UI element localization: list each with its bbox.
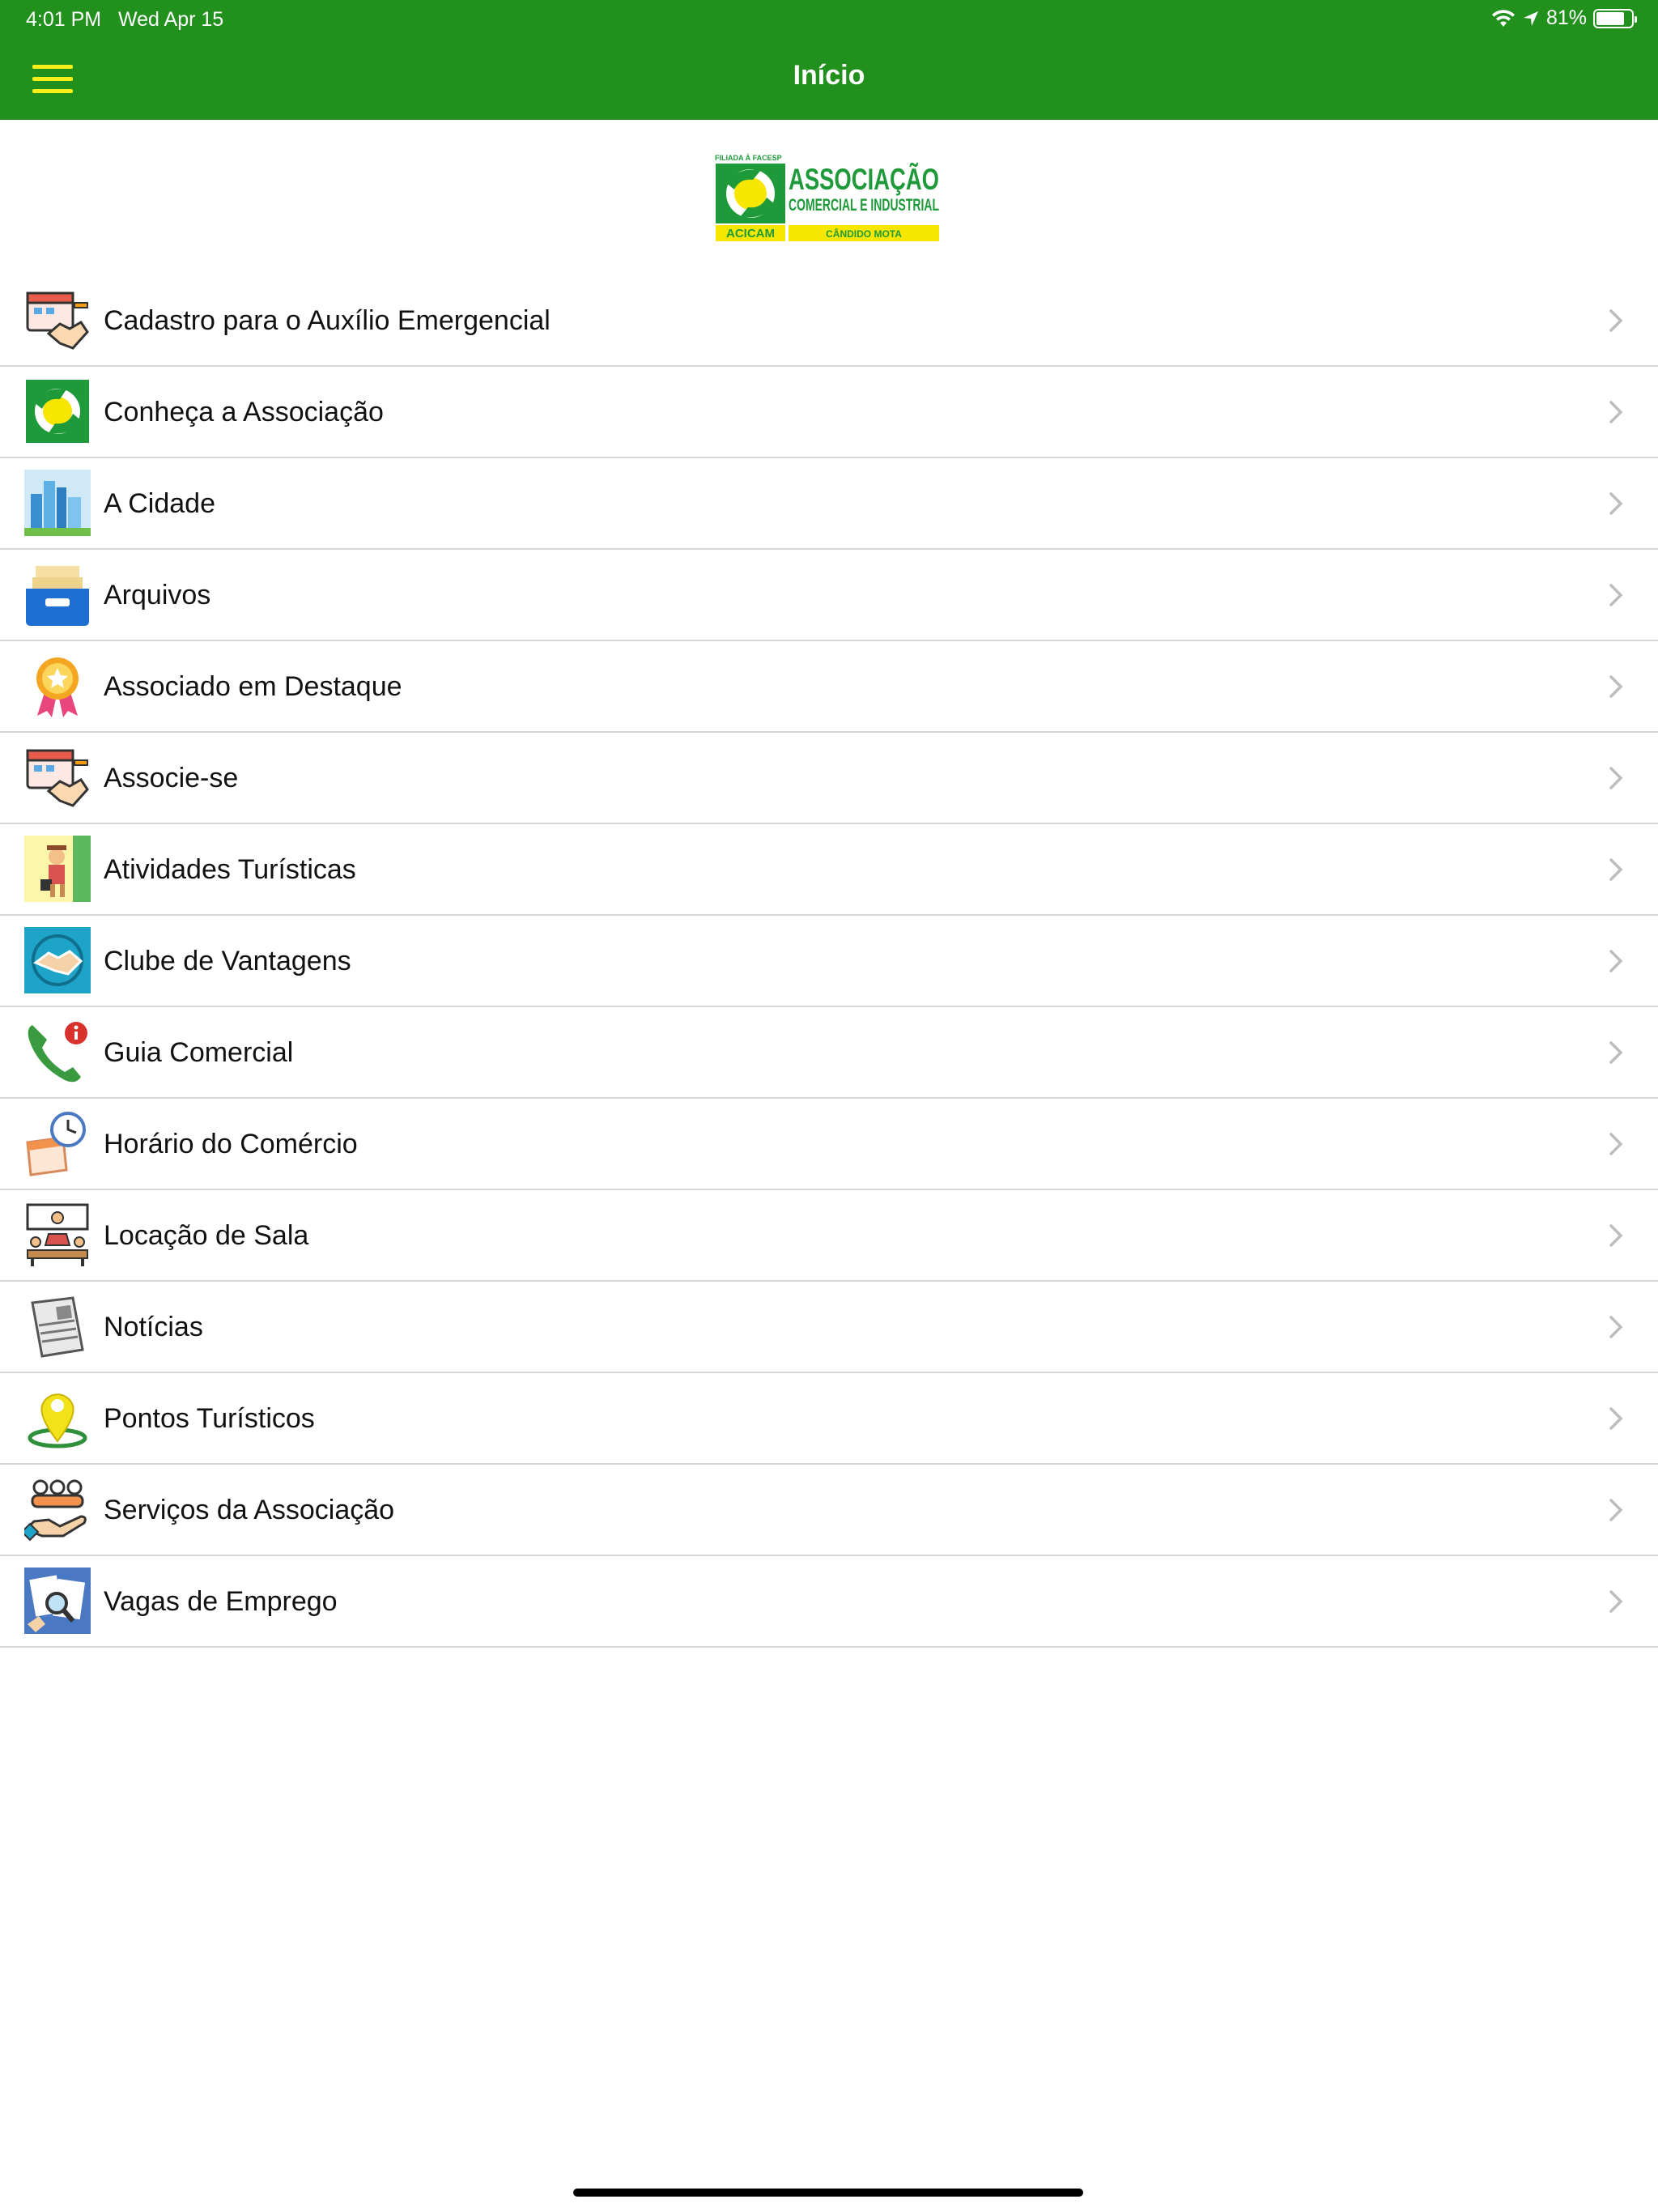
menu-item-vagas-emprego[interactable]: Vagas de Emprego [0,1556,1658,1648]
menu-item-label: Associado em Destaque [104,671,402,702]
main-menu-list: Cadastro para o Auxílio Emergencial Conh… [0,275,1658,1648]
association-logo-icon [26,380,89,443]
status-right: 81% [1491,6,1637,30]
page-title: Início [793,60,865,91]
chevron-right-icon [1609,1041,1623,1064]
menu-item-label: Locação de Sala [104,1220,309,1251]
menu-item-label: Arquivos [104,580,211,610]
chevron-right-icon [1609,401,1623,423]
home-indicator[interactable] [573,2189,1083,2197]
menu-item-label: Vagas de Emprego [104,1586,338,1617]
menu-item-cidade[interactable]: A Cidade [0,458,1658,550]
logo-line2: COMERCIAL E INDUSTRIAL [789,196,939,215]
menu-item-guia-comercial[interactable]: Guia Comercial [0,1007,1658,1099]
wifi-icon [1491,9,1515,27]
menu-item-label: Serviços da Associação [104,1495,395,1525]
chevron-right-icon [1609,309,1623,332]
tourist-icon [24,836,91,902]
menu-item-associe-se[interactable]: Associe-se [0,733,1658,824]
menu-item-locacao-sala[interactable]: Locação de Sala [0,1190,1658,1282]
job-search-icon [24,1568,91,1634]
meeting-room-icon [26,1203,89,1266]
phone-info-icon [28,1022,87,1083]
menu-item-noticias[interactable]: Notícias [0,1282,1658,1373]
chevron-right-icon [1609,1316,1623,1338]
location-arrow-icon [1523,11,1538,26]
logo-badge-right: CÂNDIDO MOTA [826,228,902,240]
map-pin-icon [28,1393,87,1448]
menu-item-label: Guia Comercial [104,1037,294,1068]
people-hand-icon [24,1479,87,1542]
chevron-right-icon [1609,1407,1623,1430]
newspaper-icon [31,1296,84,1358]
menu-item-label: Horário do Comércio [104,1129,358,1159]
chevron-right-icon [1609,1499,1623,1521]
top-bar: 4:01 PM Wed Apr 15 81% Início [0,0,1658,120]
menu-item-label: Clube de Vantagens [104,946,351,976]
clock-calendar-icon [26,1112,86,1176]
handshake-club-icon [24,927,91,993]
menu-item-label: Atividades Turísticas [104,854,356,885]
menu-item-label: Associe-se [104,763,239,793]
menu-item-pontos-turisticos[interactable]: Pontos Turísticos [0,1373,1658,1465]
status-time: 4:01 PM [26,8,102,31]
chevron-right-icon [1609,675,1623,698]
chevron-right-icon [1609,1133,1623,1155]
menu-item-auxilio[interactable]: Cadastro para o Auxílio Emergencial [0,275,1658,367]
menu-item-label: A Cidade [104,488,215,519]
file-tray-icon [26,566,89,626]
logo-top-text: FILIADA À FACESP [715,154,782,162]
menu-item-clube-vantagens[interactable]: Clube de Vantagens [0,916,1658,1007]
acicam-logo: FILIADA À FACESP ASSOCIAÇÃO COMERCIAL E … [712,151,942,243]
menu-item-atividades-turisticas[interactable]: Atividades Turísticas [0,824,1658,916]
chevron-right-icon [1609,492,1623,515]
calendar-handshake-icon [26,749,89,807]
menu-item-label: Notícias [104,1312,203,1342]
chevron-right-icon [1609,1590,1623,1613]
logo-badge-left: ACICAM [726,227,775,240]
award-ribbon-icon [36,657,79,717]
status-date: Wed Apr 15 [118,8,224,31]
chevron-right-icon [1609,858,1623,881]
status-bar: 4:01 PM Wed Apr 15 81% [0,0,1658,39]
menu-item-destaque[interactable]: Associado em Destaque [0,641,1658,733]
menu-item-label: Cadastro para o Auxílio Emergencial [104,305,551,336]
menu-item-label: Pontos Turísticos [104,1403,315,1434]
menu-item-label: Conheça a Associação [104,397,384,428]
chevron-right-icon [1609,1224,1623,1247]
calendar-handshake-icon [26,291,89,350]
menu-item-servicos[interactable]: Serviços da Associação [0,1465,1658,1556]
city-skyline-icon [24,470,91,536]
battery-percent: 81% [1545,6,1587,29]
chevron-right-icon [1609,584,1623,606]
chevron-right-icon [1609,767,1623,789]
menu-item-horario-comercio[interactable]: Horário do Comércio [0,1099,1658,1190]
menu-item-conheca[interactable]: Conheça a Associação [0,367,1658,458]
menu-item-arquivos[interactable]: Arquivos [0,550,1658,641]
battery-icon [1593,8,1637,28]
logo-line1: ASSOCIAÇÃO [789,162,939,196]
chevron-right-icon [1609,950,1623,972]
